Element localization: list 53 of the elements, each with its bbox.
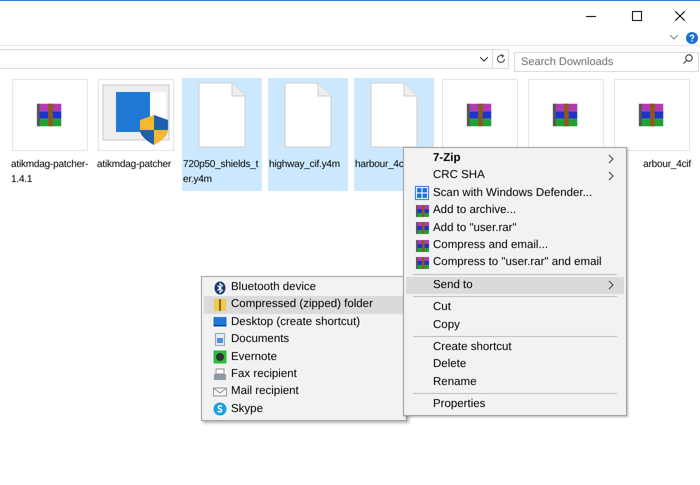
menu-item[interactable]: Documents <box>204 331 404 349</box>
menu-item[interactable]: Desktop (create shortcut) <box>204 314 404 332</box>
help-icon[interactable] <box>686 32 698 44</box>
menu-item[interactable]: Properties <box>406 396 624 414</box>
file-tile[interactable]: highway_cif.y4m <box>268 78 348 191</box>
menu-item[interactable]: Skype <box>204 400 404 418</box>
blank-file-icon <box>198 82 246 148</box>
menu-item[interactable]: Mail recipient <box>204 383 404 401</box>
file-name: highway_cif.y4m <box>269 158 340 172</box>
file-name: harbour_4c <box>355 158 404 172</box>
menu-item[interactable]: Add to archive... <box>406 202 624 220</box>
document-icon <box>213 332 227 347</box>
file-tile[interactable]: 720p50_shields_ter.y4m <box>182 78 262 191</box>
maximize-icon <box>632 11 642 21</box>
file-name: 720p50_shields_ter.y4m <box>183 158 260 187</box>
file-name: atikmdag-patcher-1.4.1 <box>11 158 89 187</box>
file-name: atikmdag-patcher <box>97 158 172 172</box>
menu-item[interactable]: Compress to "user.rar" and email <box>406 254 624 272</box>
menu-item[interactable]: Add to "user.rar" <box>406 220 624 237</box>
chevron-right-icon <box>608 154 614 164</box>
installer-icon <box>102 84 170 146</box>
shield-window-icon <box>415 186 429 200</box>
envelope-icon <box>213 385 227 400</box>
search-icon <box>683 54 693 64</box>
chevron-down-icon[interactable] <box>480 56 488 62</box>
menu-item[interactable]: Rename <box>406 374 624 392</box>
archive-icon <box>415 202 431 219</box>
refresh-button[interactable] <box>492 49 509 69</box>
desktop-icon <box>213 315 227 330</box>
close-icon <box>675 11 685 21</box>
refresh-icon <box>496 54 506 64</box>
menu-item[interactable]: Compress and email... <box>406 236 624 254</box>
archive-icon <box>415 238 431 254</box>
menu-item[interactable]: Evernote <box>204 348 404 366</box>
archive-icon <box>415 220 431 236</box>
search-field[interactable]: Search Downloads <box>514 52 699 72</box>
zipped-folder-icon <box>213 298 227 312</box>
menu-item[interactable]: Fax recipient <box>204 366 404 384</box>
menu-item[interactable]: Send to <box>406 276 624 294</box>
bluetooth-icon <box>213 280 227 295</box>
skype-icon <box>213 402 227 416</box>
menu-item[interactable]: Create shortcut <box>406 338 624 356</box>
chevron-right-icon <box>608 280 614 290</box>
archive-icon <box>415 255 431 272</box>
file-name: arbour_4cif <box>643 158 691 172</box>
menu-item[interactable]: Delete <box>406 356 624 374</box>
chevron-right-icon <box>608 171 614 182</box>
menu-item[interactable]: Compressed (zipped) folder <box>204 296 404 314</box>
blank-file-icon <box>284 82 332 148</box>
menu-item[interactable]: Bluetooth device <box>204 279 404 296</box>
menu-item[interactable]: Copy <box>406 316 624 334</box>
menu-item[interactable]: Cut <box>406 299 624 317</box>
fax-icon <box>213 368 227 382</box>
